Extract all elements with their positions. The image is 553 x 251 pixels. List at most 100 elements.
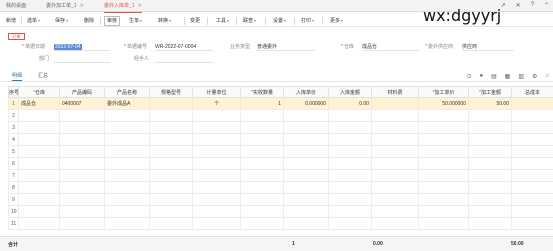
table-cell[interactable] — [149, 109, 193, 122]
table-cell[interactable] — [418, 121, 469, 134]
table-cell[interactable] — [511, 169, 553, 182]
tab-my-desktop[interactable]: 我的桌面 — [6, 2, 26, 11]
table-cell[interactable] — [283, 169, 329, 182]
close-all-icon[interactable]: ✕ — [516, 2, 521, 11]
column-header[interactable]: 计量单位 — [192, 86, 241, 98]
new-button[interactable]: 新增 — [6, 17, 16, 25]
table-cell[interactable] — [59, 121, 105, 134]
table-cell[interactable] — [240, 145, 284, 158]
layout-icon[interactable]: ▥ — [518, 73, 524, 80]
close-icon[interactable]: ✕ — [80, 3, 84, 9]
table-cell[interactable] — [18, 193, 60, 206]
handler-field[interactable] — [155, 55, 213, 63]
tab-outsourcing-order[interactable]: 委外加工单_1 ✕ — [46, 2, 84, 11]
table-cell[interactable] — [104, 157, 150, 170]
table-cell[interactable] — [511, 193, 553, 206]
table-cell[interactable] — [240, 181, 284, 194]
table-cell[interactable]: 0400007 — [59, 97, 105, 110]
select-source-button[interactable]: 选单▾ — [27, 17, 40, 25]
table-cell[interactable] — [511, 133, 553, 146]
table-cell[interactable] — [104, 121, 150, 134]
table-cell[interactable] — [192, 181, 241, 194]
column-header[interactable]: 产品编码 — [59, 86, 105, 98]
home-icon[interactable]: ⌂ — [545, 73, 549, 80]
table-cell[interactable] — [59, 217, 105, 230]
columns-icon[interactable]: ▤ — [491, 73, 497, 80]
table-cell[interactable] — [149, 145, 193, 158]
table-cell[interactable] — [104, 145, 150, 158]
table-cell[interactable] — [59, 109, 105, 122]
column-header[interactable]: 序号 — [8, 86, 19, 98]
tab-detail[interactable]: 明细 — [12, 72, 23, 81]
table-cell[interactable] — [104, 109, 150, 122]
table-cell[interactable] — [511, 205, 553, 218]
table-cell[interactable] — [59, 133, 105, 146]
close-icon[interactable]: ✕ — [138, 3, 142, 9]
table-cell[interactable] — [371, 133, 419, 146]
warehouse-field[interactable]: 成品仓 — [362, 43, 420, 51]
table-cell[interactable] — [283, 121, 329, 134]
table-cell[interactable] — [59, 157, 105, 170]
table-cell[interactable]: 个 — [192, 97, 241, 110]
table-cell[interactable] — [59, 193, 105, 206]
table-cell[interactable] — [418, 217, 469, 230]
table-cell[interactable] — [418, 145, 469, 158]
table-cell[interactable] — [18, 121, 60, 134]
table-cell[interactable] — [104, 193, 150, 206]
print-button[interactable]: 打印▾ — [301, 17, 314, 25]
table-cell[interactable] — [283, 193, 329, 206]
table-cell[interactable] — [371, 205, 419, 218]
table-cell[interactable] — [371, 193, 419, 206]
table-cell[interactable] — [18, 205, 60, 218]
table-cell[interactable] — [192, 169, 241, 182]
table-cell[interactable] — [328, 181, 372, 194]
grid-icon[interactable]: ▦ — [505, 73, 511, 80]
table-cell[interactable] — [59, 145, 105, 158]
table-cell[interactable] — [18, 145, 60, 158]
table-cell[interactable] — [328, 205, 372, 218]
table-cell[interactable] — [468, 169, 512, 182]
table-cell[interactable] — [104, 169, 150, 182]
table-cell[interactable] — [418, 157, 469, 170]
table-cell[interactable] — [104, 181, 150, 194]
table-cell[interactable] — [418, 181, 469, 194]
table-cell[interactable] — [418, 205, 469, 218]
table-cell[interactable]: 50.00 — [468, 97, 512, 110]
table-cell[interactable] — [149, 181, 193, 194]
table-cell[interactable] — [192, 205, 241, 218]
table-cell[interactable] — [371, 157, 419, 170]
table-cell[interactable] — [328, 145, 372, 158]
table-cell[interactable] — [18, 217, 60, 230]
table-cell[interactable]: 1 — [240, 97, 284, 110]
table-cell[interactable] — [468, 193, 512, 206]
table-cell[interactable] — [240, 217, 284, 230]
table-cell[interactable] — [418, 109, 469, 122]
table-cell[interactable] — [18, 181, 60, 194]
table-cell[interactable] — [149, 205, 193, 218]
table-cell[interactable] — [240, 193, 284, 206]
table-cell[interactable]: 0.00 — [328, 97, 372, 110]
table-cell[interactable] — [418, 133, 469, 146]
table-cell[interactable] — [192, 109, 241, 122]
table-row[interactable]: 2 — [8, 109, 553, 122]
table-cell[interactable] — [468, 205, 512, 218]
table-row[interactable]: 10 — [8, 205, 553, 218]
column-header[interactable]: 产品名称 — [104, 86, 150, 98]
table-cell[interactable] — [328, 193, 372, 206]
table-cell[interactable] — [59, 181, 105, 194]
table-cell[interactable] — [104, 133, 150, 146]
table-cell[interactable]: 0.000000 — [283, 97, 329, 110]
table-cell[interactable] — [18, 157, 60, 170]
more-button[interactable]: 更多▾ — [330, 17, 343, 25]
supplier-field[interactable]: 供应商 — [462, 43, 514, 51]
popout-icon[interactable]: ↗ — [501, 2, 506, 11]
column-header[interactable]: 总成本 — [511, 86, 553, 98]
table-cell[interactable] — [468, 109, 512, 122]
table-cell[interactable] — [192, 121, 241, 134]
column-header[interactable]: *仓库 — [18, 86, 60, 98]
table-cell[interactable] — [371, 169, 419, 182]
delete-button[interactable]: 删除 — [84, 17, 94, 25]
table-cell[interactable] — [328, 217, 372, 230]
audit-button[interactable]: 审核 — [104, 16, 121, 26]
table-cell[interactable] — [418, 169, 469, 182]
